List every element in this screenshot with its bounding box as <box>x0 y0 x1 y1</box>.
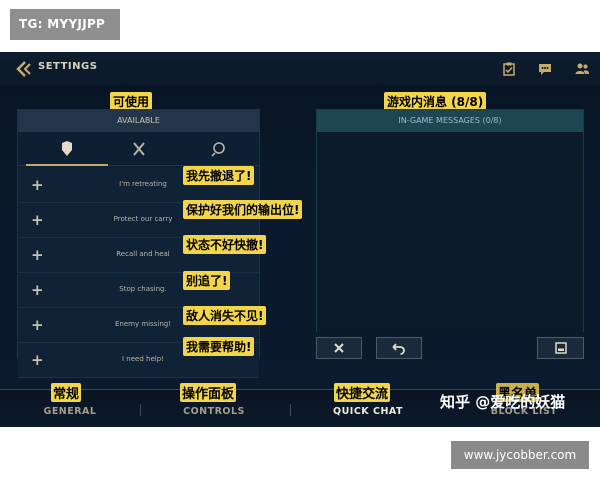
add-icon[interactable]: + <box>31 351 44 369</box>
row-annotation: 我需要帮助! <box>183 337 255 356</box>
add-icon[interactable]: + <box>31 316 44 334</box>
chat-bubble-icon[interactable] <box>537 61 553 77</box>
add-icon[interactable]: + <box>31 211 44 229</box>
top-bar: SETTINGS <box>0 52 600 86</box>
row-annotation: 我先撤退了! <box>183 166 255 185</box>
watermark-site: www.jycobber.com <box>451 441 589 469</box>
tab-ping-icon[interactable] <box>204 140 234 158</box>
add-icon[interactable]: + <box>31 246 44 264</box>
zhihu-watermark: 知乎 @爱吃的妖猫 <box>440 393 566 411</box>
active-tab-indicator <box>26 164 108 166</box>
row-annotation: 敌人消失不见! <box>183 306 267 325</box>
nav-general[interactable]: GENERAL <box>10 406 130 417</box>
nav-controls[interactable]: CONTROLS <box>154 406 274 417</box>
page-title: SETTINGS <box>38 61 98 72</box>
close-icon <box>334 343 344 353</box>
add-icon[interactable]: + <box>31 176 44 194</box>
row-annotation: 别追了! <box>183 271 231 290</box>
add-icon[interactable]: + <box>31 281 44 299</box>
row-annotation: 保护好我们的输出位! <box>183 200 303 219</box>
nav-annotation: 操作面板 <box>180 383 237 402</box>
tab-shield-icon[interactable] <box>52 140 82 158</box>
friends-icon[interactable] <box>574 61 590 77</box>
ingame-messages-panel: IN-GAME MESSAGES (0/8) <box>316 109 584 332</box>
ingame-messages-header: IN-GAME MESSAGES (0/8) <box>317 110 583 132</box>
settings-screen: SETTINGS 可使用 游戏内消息 (8/8) AVAILABLE + I'm… <box>0 52 600 427</box>
nav-divider <box>140 404 141 416</box>
row-annotation: 状态不好快撤! <box>183 235 267 254</box>
nav-quick-chat[interactable]: QUICK CHAT <box>308 406 428 417</box>
category-tabs <box>18 132 259 166</box>
tab-swords-icon[interactable] <box>124 140 154 158</box>
remove-button[interactable] <box>316 337 362 359</box>
available-header: AVAILABLE <box>18 110 259 132</box>
back-arrow-icon[interactable] <box>14 60 34 78</box>
mission-clipboard-icon[interactable] <box>501 61 517 77</box>
list-item-label: I need help! <box>122 355 164 363</box>
nav-annotation: 快捷交流 <box>334 383 391 402</box>
save-button[interactable] <box>537 337 584 359</box>
undo-button[interactable] <box>376 337 422 359</box>
ingame-messages-list[interactable] <box>317 132 583 332</box>
save-icon <box>554 342 567 354</box>
nav-divider <box>290 404 291 416</box>
undo-icon <box>392 343 405 355</box>
nav-annotation: 常规 <box>51 383 82 402</box>
watermark-tag: TG: MYYJJPP <box>10 9 120 40</box>
